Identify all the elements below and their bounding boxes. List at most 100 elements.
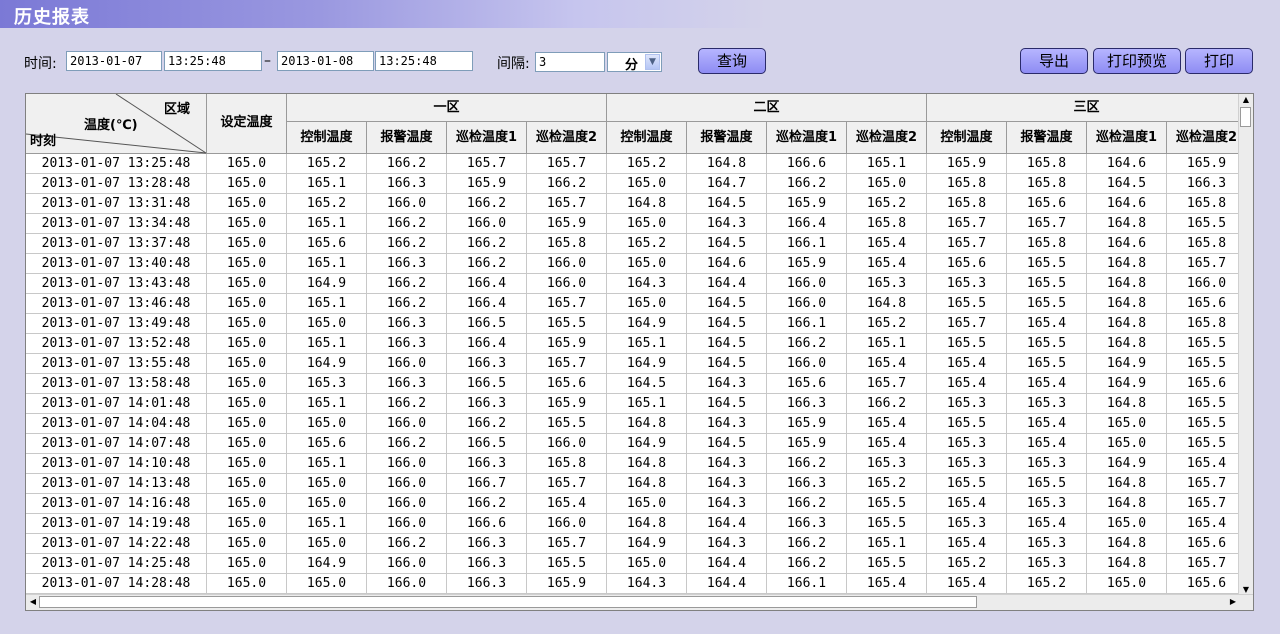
temp-cell: 166.0 xyxy=(767,294,847,314)
subcolumn-header: 巡检温度1 xyxy=(447,122,527,154)
start-time-input[interactable]: 13:25:48 xyxy=(164,51,262,71)
subcolumn-header: 巡检温度2 xyxy=(847,122,927,154)
temp-cell: 165.0 xyxy=(287,474,367,494)
time-cell: 2013-01-07 13:43:48 xyxy=(26,274,207,294)
temp-cell: 164.8 xyxy=(1087,474,1167,494)
table-row[interactable]: 2013-01-07 14:22:48 165.0 165.0 166.2 166.3 1… xyxy=(26,534,1247,554)
temp-cell: 166.4 xyxy=(767,214,847,234)
temp-cell: 164.5 xyxy=(687,354,767,374)
table-row[interactable]: 2013-01-07 13:52:48 165.0 165.1 166.3 166.4 1… xyxy=(26,334,1247,354)
table-row[interactable]: 2013-01-07 13:37:48 165.0 165.6 166.2 166.2 1… xyxy=(26,234,1247,254)
temp-cell: 164.8 xyxy=(1087,274,1167,294)
temp-cell: 166.0 xyxy=(367,414,447,434)
temp-cell: 166.2 xyxy=(367,274,447,294)
table-row[interactable]: 2013-01-07 13:28:48 165.0 165.1 166.3 165.9 1… xyxy=(26,174,1247,194)
interval-label: 间隔: xyxy=(497,56,530,72)
set-temp-cell: 165.0 xyxy=(207,554,287,574)
vertical-scrollbar[interactable]: ▲ ▼ xyxy=(1238,94,1253,596)
temp-cell: 165.1 xyxy=(847,334,927,354)
temp-cell: 165.3 xyxy=(1007,494,1087,514)
table-row[interactable]: 2013-01-07 13:25:48 165.0 165.2 166.2 165.7 1… xyxy=(26,154,1247,174)
chevron-down-icon[interactable]: ▼ xyxy=(645,54,660,70)
set-temp-cell: 165.0 xyxy=(207,314,287,334)
temp-cell: 164.3 xyxy=(687,474,767,494)
temp-cell: 164.4 xyxy=(687,574,767,594)
temp-cell: 164.9 xyxy=(607,434,687,454)
time-cell: 2013-01-07 13:25:48 xyxy=(26,154,207,174)
table-row[interactable]: 2013-01-07 14:04:48 165.0 165.0 166.0 166.2 1… xyxy=(26,414,1247,434)
end-time-input[interactable]: 13:25:48 xyxy=(375,51,473,71)
table-row[interactable]: 2013-01-07 14:16:48 165.0 165.0 166.0 166.2 1… xyxy=(26,494,1247,514)
temp-cell: 166.2 xyxy=(767,174,847,194)
temp-cell: 165.5 xyxy=(1007,254,1087,274)
table-row[interactable]: 2013-01-07 13:40:48 165.0 165.1 166.3 166.2 1… xyxy=(26,254,1247,274)
print-preview-button[interactable]: 打印预览 xyxy=(1093,48,1181,74)
temp-cell: 164.4 xyxy=(687,274,767,294)
temp-cell: 166.0 xyxy=(367,494,447,514)
table-row[interactable]: 2013-01-07 14:07:48 165.0 165.6 166.2 166.5 1… xyxy=(26,434,1247,454)
query-button[interactable]: 查询 xyxy=(698,48,766,74)
table-row[interactable]: 2013-01-07 14:01:48 165.0 165.1 166.2 166.3 1… xyxy=(26,394,1247,414)
horizontal-scroll-thumb[interactable] xyxy=(39,596,977,608)
temp-cell: 166.0 xyxy=(367,554,447,574)
temp-cell: 164.6 xyxy=(1087,234,1167,254)
table-row[interactable]: 2013-01-07 14:13:48 165.0 165.0 166.0 166.7 1… xyxy=(26,474,1247,494)
time-cell: 2013-01-07 14:22:48 xyxy=(26,534,207,554)
table-header: 区域 温度(℃) 时刻 设定温度 一区 控制温度 报警温度 巡检温度1 巡检温度2 二区控… xyxy=(26,94,1247,154)
temp-cell: 165.5 xyxy=(527,414,607,434)
print-button[interactable]: 打印 xyxy=(1185,48,1253,74)
temp-cell: 166.4 xyxy=(447,294,527,314)
temp-cell: 165.4 xyxy=(847,234,927,254)
time-cell: 2013-01-07 14:04:48 xyxy=(26,414,207,434)
table-row[interactable]: 2013-01-07 13:31:48 165.0 165.2 166.0 166.2 1… xyxy=(26,194,1247,214)
table-row[interactable]: 2013-01-07 13:58:48 165.0 165.3 166.3 166.5 1… xyxy=(26,374,1247,394)
time-cell: 2013-01-07 13:40:48 xyxy=(26,254,207,274)
table-row[interactable]: 2013-01-07 14:28:48 165.0 165.0 166.0 166.3 1… xyxy=(26,574,1247,594)
temp-cell: 164.9 xyxy=(1087,354,1167,374)
scroll-right-icon[interactable]: ▶ xyxy=(1227,596,1239,608)
vertical-scroll-thumb[interactable] xyxy=(1240,107,1251,127)
table-row[interactable]: 2013-01-07 13:49:48 165.0 165.0 166.3 166.5 1… xyxy=(26,314,1247,334)
table-row[interactable]: 2013-01-07 14:10:48 165.0 165.1 166.0 166.3 1… xyxy=(26,454,1247,474)
end-date-input[interactable]: 2013-01-08 xyxy=(277,51,374,71)
temp-cell: 164.8 xyxy=(1087,254,1167,274)
temp-cell: 164.8 xyxy=(1087,394,1167,414)
temp-cell: 165.1 xyxy=(607,394,687,414)
interval-unit-select[interactable]: 分 ▼ xyxy=(607,52,662,73)
scroll-left-icon[interactable]: ◀ xyxy=(27,596,39,608)
set-temp-cell: 165.0 xyxy=(207,574,287,594)
temp-cell: 164.5 xyxy=(687,434,767,454)
temp-cell: 166.2 xyxy=(767,334,847,354)
time-cell: 2013-01-07 13:52:48 xyxy=(26,334,207,354)
table-row[interactable]: 2013-01-07 13:43:48 165.0 164.9 166.2 166.4 1… xyxy=(26,274,1247,294)
subcolumn-header: 报警温度 xyxy=(367,122,447,154)
temp-cell: 165.2 xyxy=(847,314,927,334)
set-temp-cell: 165.0 xyxy=(207,514,287,534)
scroll-up-icon[interactable]: ▲ xyxy=(1239,94,1253,106)
temp-cell: 164.3 xyxy=(607,274,687,294)
temp-cell: 166.3 xyxy=(367,314,447,334)
page-title: 历史报表 xyxy=(14,7,90,28)
table-row[interactable]: 2013-01-07 13:55:48 165.0 164.9 166.0 166.3 1… xyxy=(26,354,1247,374)
interval-input[interactable]: 3 xyxy=(535,52,605,72)
start-date-input[interactable]: 2013-01-07 xyxy=(66,51,162,71)
temp-cell: 165.2 xyxy=(847,194,927,214)
temp-cell: 166.1 xyxy=(767,234,847,254)
table-row[interactable]: 2013-01-07 13:34:48 165.0 165.1 166.2 166.0 1… xyxy=(26,214,1247,234)
temp-cell: 166.3 xyxy=(767,394,847,414)
temp-cell: 165.2 xyxy=(287,154,367,174)
history-table[interactable]: 区域 温度(℃) 时刻 设定温度 一区 控制温度 报警温度 巡检温度1 巡检温度2 二区控… xyxy=(25,93,1254,611)
subcolumn-header: 巡检温度1 xyxy=(767,122,847,154)
temp-cell: 164.5 xyxy=(687,194,767,214)
table-row[interactable]: 2013-01-07 14:25:48 165.0 164.9 166.0 166.3 1… xyxy=(26,554,1247,574)
temp-cell: 165.1 xyxy=(287,514,367,534)
table-row[interactable]: 2013-01-07 14:19:48 165.0 165.1 166.0 166.6 1… xyxy=(26,514,1247,534)
export-button[interactable]: 导出 xyxy=(1020,48,1088,74)
temp-cell: 165.0 xyxy=(607,494,687,514)
temp-cell: 166.5 xyxy=(447,434,527,454)
temp-cell: 164.9 xyxy=(1087,454,1167,474)
temp-cell: 165.6 xyxy=(1167,574,1247,594)
horizontal-scrollbar[interactable]: ◀ ▶ xyxy=(26,594,1253,610)
temp-cell: 165.7 xyxy=(1007,214,1087,234)
table-row[interactable]: 2013-01-07 13:46:48 165.0 165.1 166.2 166.4 1… xyxy=(26,294,1247,314)
